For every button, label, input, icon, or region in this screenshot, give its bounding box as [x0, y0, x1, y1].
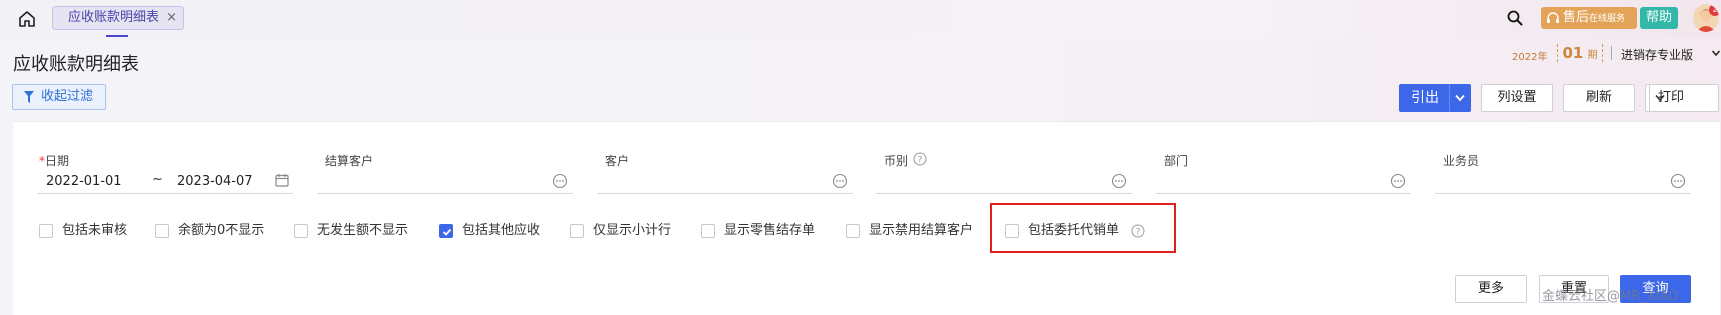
search-icon[interactable]: [1506, 9, 1524, 27]
collapse-filter-button[interactable]: 收起过滤: [12, 84, 106, 110]
chevron-down-icon: [1711, 50, 1721, 57]
more-options-icon[interactable]: [832, 173, 848, 189]
chevron-down-icon[interactable]: [1654, 94, 1666, 102]
option-label: 显示零售结存单: [724, 223, 816, 238]
tab-receivable-detail[interactable]: 应收账款明细表 ×: [52, 6, 184, 30]
watermark: 金蝶云社区@MR_XIAO: [1542, 289, 1679, 304]
checkbox[interactable]: [155, 224, 169, 238]
currency-input[interactable]: [876, 193, 1132, 194]
more-options-icon[interactable]: [552, 173, 568, 189]
customer-input[interactable]: [597, 193, 853, 194]
tab-close-icon[interactable]: ×: [166, 7, 177, 29]
help-button[interactable]: 帮助: [1640, 7, 1678, 29]
top-tab-bar: [0, 0, 1721, 38]
refresh-button[interactable]: 刷新: [1563, 84, 1635, 112]
edition-selector[interactable]: 进销存专业版: [1621, 46, 1721, 63]
home-icon[interactable]: [18, 10, 36, 28]
fiscal-year: 2022年: [1512, 52, 1548, 63]
column-settings-button[interactable]: 列设置: [1481, 84, 1553, 112]
help-circle-icon[interactable]: ?: [913, 152, 927, 166]
checkbox[interactable]: [701, 224, 715, 238]
export-button[interactable]: 引出: [1399, 84, 1471, 112]
headset-icon: [1547, 12, 1559, 23]
period-unit: 期: [1587, 50, 1598, 61]
checkbox-checked[interactable]: [439, 224, 453, 238]
checkbox[interactable]: [39, 224, 53, 238]
date-from-input[interactable]: 2022-01-01: [46, 174, 122, 189]
option-label: 显示禁用结算客户: [869, 223, 974, 238]
date-underline: [37, 193, 293, 194]
highlight-box: [990, 203, 1176, 253]
salesperson-label: 业务员: [1443, 154, 1480, 168]
option-label: 无发生额不显示: [317, 223, 409, 238]
customer-label: 客户: [605, 154, 630, 168]
settle-customer-label: 结算客户: [325, 154, 374, 168]
export-label: 引出: [1411, 90, 1439, 106]
department-label: 部门: [1164, 154, 1189, 168]
after-sales-service-button[interactable]: 售后在线服务: [1541, 7, 1637, 29]
date-to-input[interactable]: 2023-04-07: [177, 174, 253, 189]
avatar[interactable]: 2: [1693, 4, 1719, 32]
option-label: 包括其他应收: [462, 223, 541, 238]
more-options-icon[interactable]: [1111, 173, 1127, 189]
split-divider: [1649, 84, 1650, 112]
currency-label: 币别: [884, 154, 909, 168]
chevron-down-icon[interactable]: [1455, 94, 1465, 102]
checkmark-icon: [442, 228, 452, 236]
calendar-icon[interactable]: [275, 173, 289, 187]
service-label: 售后: [1563, 10, 1590, 25]
service-sublabel: 在线服务: [1589, 14, 1626, 24]
more-options-icon[interactable]: [1670, 173, 1686, 189]
option-label: 包括未审核: [62, 223, 128, 238]
salesperson-input[interactable]: [1435, 193, 1691, 194]
page-title: 应收账款明细表: [13, 54, 139, 75]
split-divider: [1449, 84, 1450, 112]
department-input[interactable]: [1156, 193, 1411, 194]
period-selector[interactable]: 01 期: [1557, 44, 1603, 62]
more-options-icon[interactable]: [1390, 173, 1406, 189]
period-number: 01: [1562, 44, 1584, 62]
settle-customer-input[interactable]: [317, 193, 573, 194]
date-label: *日期: [39, 152, 69, 169]
checkbox[interactable]: [570, 224, 584, 238]
notification-badge: 2: [1709, 4, 1719, 16]
date-range-separator: ~: [152, 172, 163, 187]
option-label: 余额为0不显示: [178, 223, 265, 238]
edition-label: 进销存专业版: [1621, 48, 1694, 62]
collapse-filter-label: 收起过滤: [41, 89, 94, 104]
option-label: 仅显示小计行: [593, 223, 672, 238]
checkbox[interactable]: [294, 224, 308, 238]
svg-text:?: ?: [918, 156, 923, 166]
tab-active-indicator: [106, 35, 128, 37]
tab-label: 应收账款明细表: [68, 10, 160, 25]
more-button[interactable]: 更多: [1455, 275, 1527, 303]
checkbox[interactable]: [846, 224, 860, 238]
date-label-text: 日期: [45, 154, 70, 168]
divider: [1611, 46, 1612, 60]
filter-icon: [24, 91, 34, 103]
